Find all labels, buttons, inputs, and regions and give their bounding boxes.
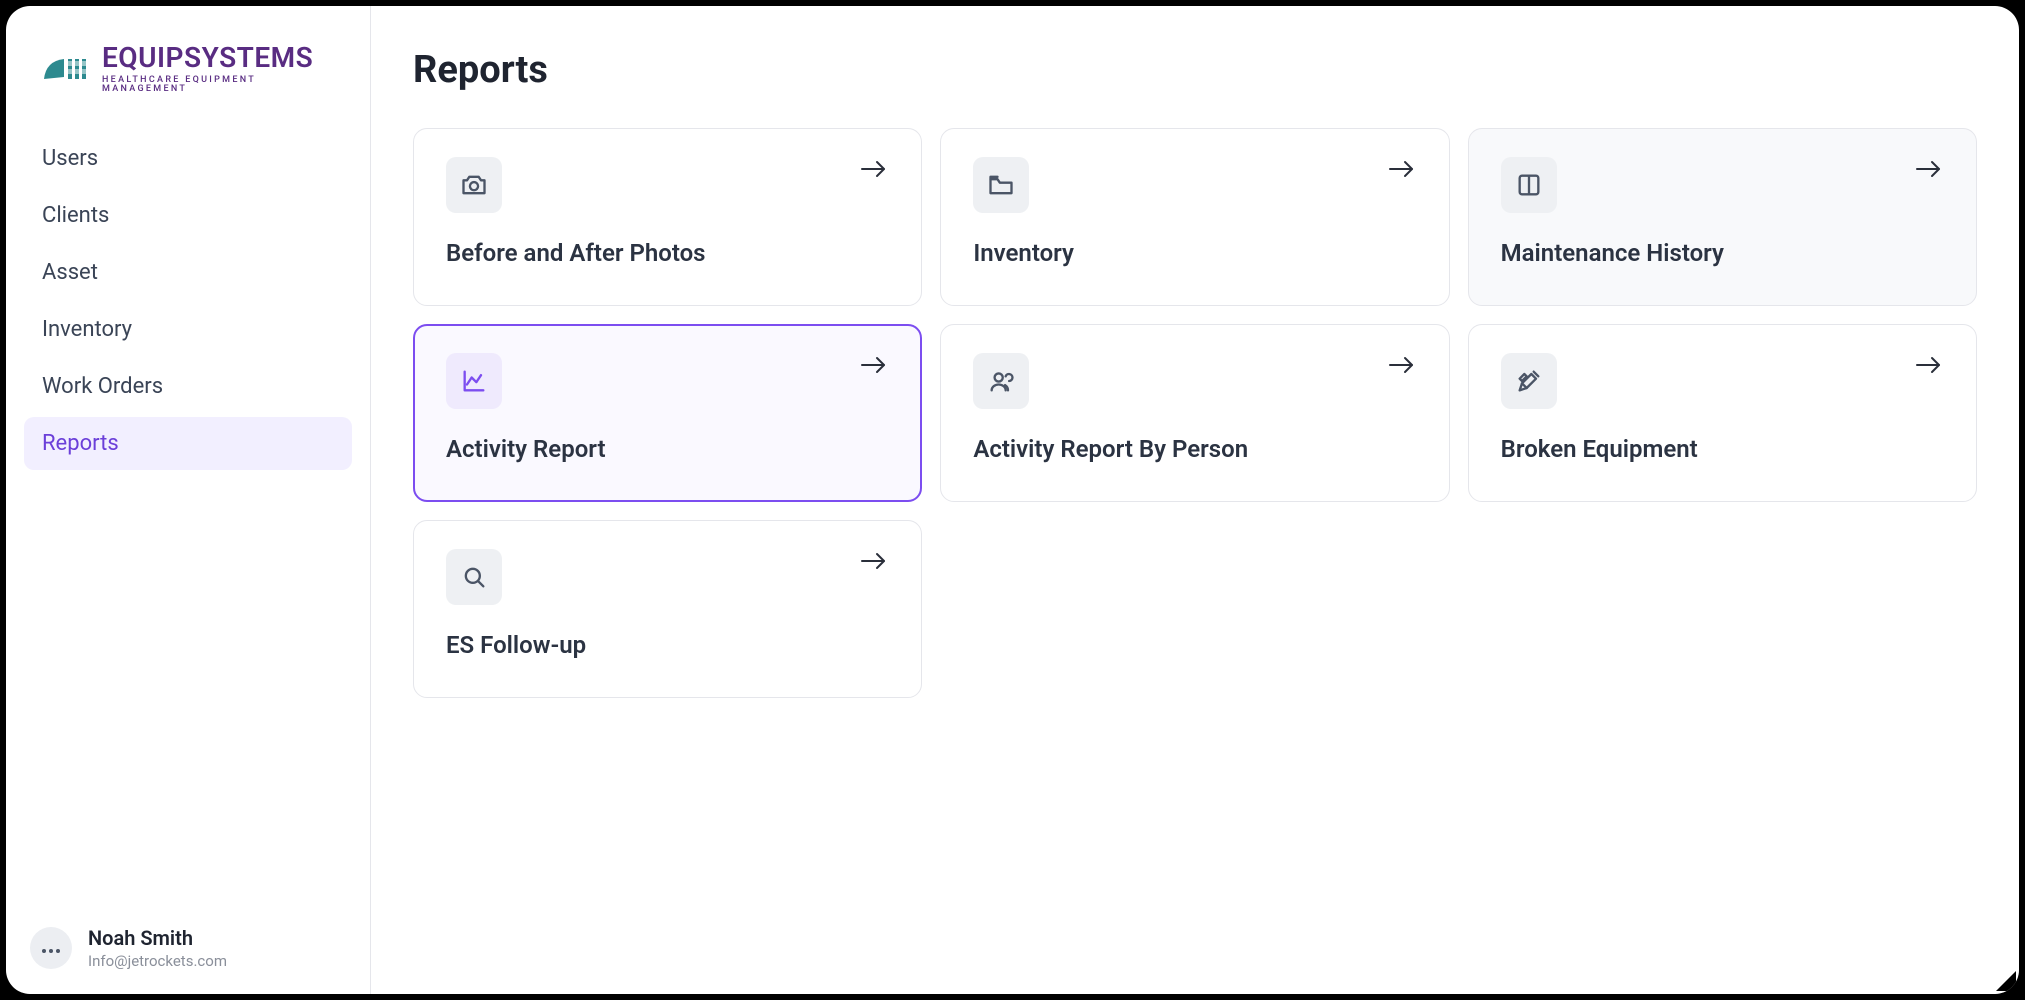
sidebar-item-users[interactable]: Users [24, 132, 352, 185]
search-icon [446, 549, 502, 605]
sidebar-footer: Noah Smith Info@jetrockets.com [24, 918, 352, 974]
report-card-broken-equipment[interactable]: Broken Equipment [1468, 324, 1977, 502]
logo-mark-icon [42, 49, 92, 89]
report-title: Inventory [973, 239, 1416, 267]
logo-tagline: HEALTHCARE EQUIPMENT MANAGEMENT [102, 76, 334, 94]
report-title: Before and After Photos [446, 239, 889, 267]
page-title: Reports [413, 48, 1977, 92]
camera-icon [446, 157, 502, 213]
app-frame: EQUIPSYSTEMS HEALTHCARE EQUIPMENT MANAGE… [6, 6, 2019, 994]
columns-icon [1501, 157, 1557, 213]
report-card-activity-report[interactable]: Activity Report [413, 324, 922, 502]
arrow-right-icon [859, 353, 889, 381]
more-icon [41, 939, 61, 958]
sidebar-item-asset[interactable]: Asset [24, 246, 352, 299]
logo-name: EQUIPSYSTEMS [102, 44, 334, 72]
report-title: Activity Report [446, 435, 889, 463]
report-title: Broken Equipment [1501, 435, 1944, 463]
more-menu-button[interactable] [30, 927, 72, 969]
sidebar-nav: Users Clients Asset Inventory Work Order… [24, 132, 352, 470]
report-title: Maintenance History [1501, 239, 1944, 267]
user-email: Info@jetrockets.com [88, 952, 227, 970]
report-card-maintenance-history[interactable]: Maintenance History [1468, 128, 1977, 306]
sidebar-item-inventory[interactable]: Inventory [24, 303, 352, 356]
resize-handle-icon[interactable] [1996, 971, 2016, 991]
report-card-inventory[interactable]: Inventory [940, 128, 1449, 306]
logo: EQUIPSYSTEMS HEALTHCARE EQUIPMENT MANAGE… [24, 24, 352, 112]
user-name: Noah Smith [88, 926, 227, 950]
arrow-right-icon [1914, 353, 1944, 381]
arrow-right-icon [859, 549, 889, 577]
chart-line-icon [446, 353, 502, 409]
report-title: ES Follow-up [446, 631, 889, 659]
sidebar: EQUIPSYSTEMS HEALTHCARE EQUIPMENT MANAGE… [6, 6, 371, 994]
report-grid: Before and After Photos Inventory [413, 128, 1977, 698]
sidebar-item-clients[interactable]: Clients [24, 189, 352, 242]
arrow-right-icon [1387, 353, 1417, 381]
users-icon [973, 353, 1029, 409]
sidebar-item-reports[interactable]: Reports [24, 417, 352, 470]
arrow-right-icon [859, 157, 889, 185]
arrow-right-icon [1914, 157, 1944, 185]
report-title: Activity Report By Person [973, 435, 1416, 463]
user-block: Noah Smith Info@jetrockets.com [88, 926, 227, 970]
report-card-activity-by-person[interactable]: Activity Report By Person [940, 324, 1449, 502]
arrow-right-icon [1387, 157, 1417, 185]
report-card-es-followup[interactable]: ES Follow-up [413, 520, 922, 698]
tools-icon [1501, 353, 1557, 409]
report-card-before-after[interactable]: Before and After Photos [413, 128, 922, 306]
folder-icon [973, 157, 1029, 213]
main-content: Reports Before and After Photos [371, 6, 2019, 994]
sidebar-item-work-orders[interactable]: Work Orders [24, 360, 352, 413]
